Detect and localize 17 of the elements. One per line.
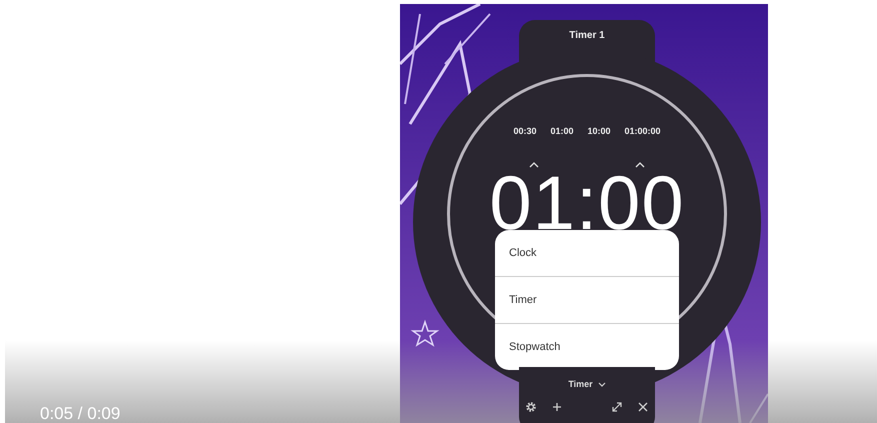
settings-icon[interactable] (525, 401, 537, 413)
expand-icon[interactable] (611, 401, 623, 413)
menu-item[interactable]: Stopwatch (495, 324, 679, 370)
mode-dropdown[interactable]: Timer (568, 379, 606, 389)
playback-time: 0:05 / 0:09 (40, 405, 120, 423)
plus-icon[interactable] (551, 401, 563, 413)
caret-up-icon[interactable] (635, 162, 645, 168)
preset-button[interactable]: 10:00 (588, 126, 611, 136)
timer-title: Timer 1 (569, 30, 605, 43)
caret-down-icon (598, 382, 606, 386)
preset-button[interactable]: 00:30 (513, 126, 536, 136)
preset-button[interactable]: 01:00 (550, 126, 574, 136)
caret-up-icon[interactable] (529, 162, 539, 168)
menu-item[interactable]: Timer (495, 277, 679, 324)
menu-item[interactable]: Clock (495, 230, 679, 277)
preset-button[interactable]: 01:00:00 (624, 126, 661, 136)
close-icon[interactable] (637, 401, 649, 413)
